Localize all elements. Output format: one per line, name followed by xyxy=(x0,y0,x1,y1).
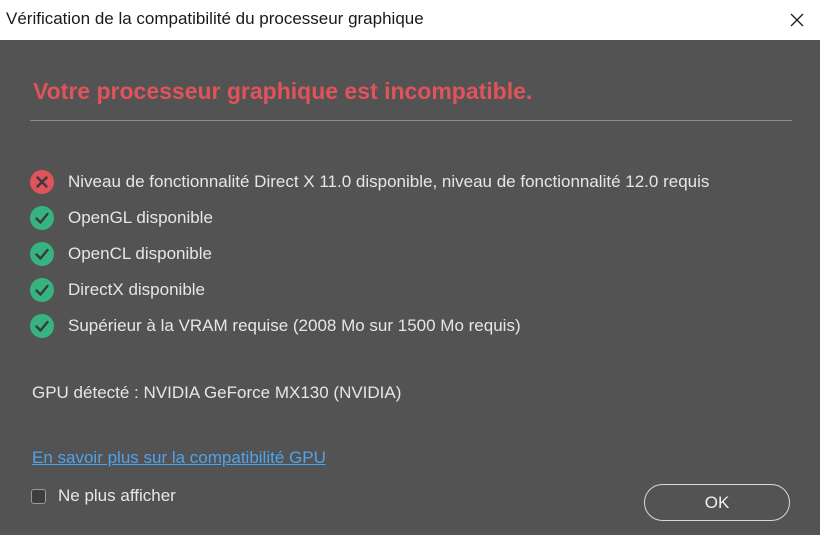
checkbox-box[interactable] xyxy=(31,488,46,504)
list-item: Supérieur à la VRAM requise (2008 Mo sur… xyxy=(30,308,709,344)
check-label: Supérieur à la VRAM requise (2008 Mo sur… xyxy=(68,316,521,335)
list-item: OpenCL disponible xyxy=(30,236,709,272)
list-item: Niveau de fonctionnalité Direct X 11.0 d… xyxy=(30,164,709,200)
dont-show-again-label[interactable]: Ne plus afficher xyxy=(58,486,176,506)
check-circle-icon xyxy=(30,242,54,266)
close-button[interactable] xyxy=(774,0,820,40)
check-label: OpenGL disponible xyxy=(68,208,213,227)
check-circle-icon xyxy=(30,314,54,338)
check-label: OpenCL disponible xyxy=(68,244,212,263)
check-label: Niveau de fonctionnalité Direct X 11.0 d… xyxy=(68,172,710,191)
error-x-icon xyxy=(30,170,54,194)
window-title: Vérification de la compatibilité du proc… xyxy=(6,9,424,28)
learn-more-link[interactable]: En savoir plus sur la compatibilité GPU xyxy=(32,448,326,468)
dont-show-again-checkbox[interactable]: Ne plus afficher xyxy=(31,486,176,506)
check-list: Niveau de fonctionnalité Direct X 11.0 d… xyxy=(30,164,709,344)
incompatible-heading: Votre processeur graphique est incompati… xyxy=(33,78,533,104)
check-circle-icon xyxy=(30,278,54,302)
check-circle-icon xyxy=(30,206,54,230)
list-item: OpenGL disponible xyxy=(30,200,709,236)
gpu-detected-text: GPU détecté : NVIDIA GeForce MX130 (NVID… xyxy=(32,383,402,402)
gpu-compatibility-dialog: Vérification de la compatibilité du proc… xyxy=(0,0,820,535)
close-icon[interactable] xyxy=(789,12,805,28)
ok-button[interactable]: OK xyxy=(644,484,790,521)
divider xyxy=(30,120,792,121)
check-label: DirectX disponible xyxy=(68,280,206,299)
list-item: DirectX disponible xyxy=(30,272,709,308)
title-bar: Vérification de la compatibilité du proc… xyxy=(0,0,820,40)
